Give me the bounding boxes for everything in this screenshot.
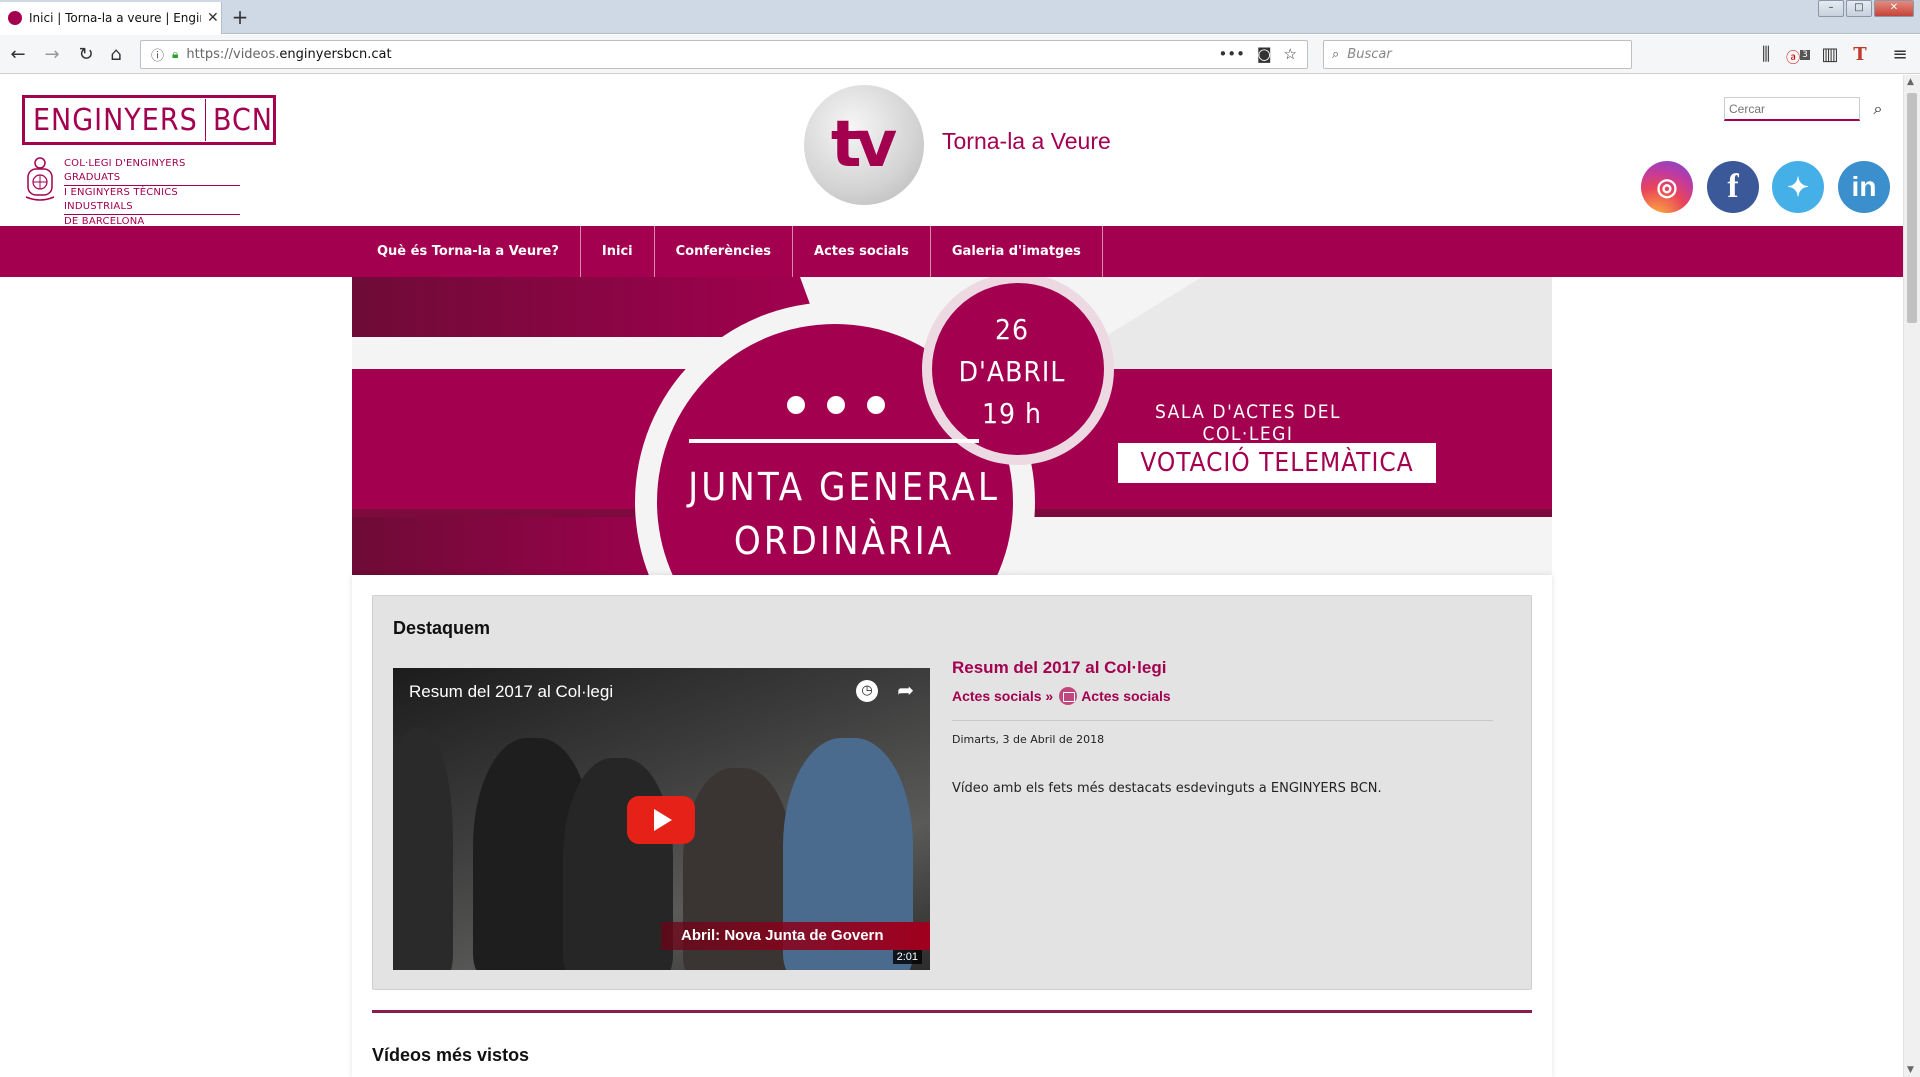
video-figure: [563, 758, 673, 970]
url-bar[interactable]: ⓘ 🔒︎ https://videos. enginyersbcn.cat •••…: [140, 40, 1308, 69]
translate-icon[interactable]: T: [1848, 43, 1872, 67]
watch-later-icon[interactable]: ◷: [856, 680, 878, 702]
tv-logo[interactable]: tv: [804, 85, 924, 205]
menu-item-actes-socials[interactable]: Actes socials: [793, 226, 931, 277]
info-icon[interactable]: ⓘ: [151, 45, 164, 64]
banner-title: JUNTA GENERAL ORDINÀRIA: [644, 460, 1044, 568]
library-icon[interactable]: ⫼: [1754, 43, 1778, 67]
browser-search-placeholder: Buscar: [1347, 47, 1392, 62]
featured-description: Vídeo amb els fets més destacats esdevin…: [952, 781, 1382, 796]
college-line: COL·LEGI D'ENGINYERS GRADUATS: [64, 157, 240, 186]
window-controls: – □ ✕: [1818, 0, 1914, 17]
scroll-up-arrow-icon[interactable]: ▲: [1907, 77, 1914, 87]
college-name: COL·LEGI D'ENGINYERS GRADUATS I ENGINYER…: [64, 157, 240, 229]
url-actions: ••• ◙ ☆: [1218, 45, 1297, 63]
sidebar-icon[interactable]: ▥: [1818, 43, 1842, 67]
lock-icon[interactable]: 🔒︎: [172, 47, 178, 62]
video-player[interactable]: Resum del 2017 al Col·legi ◷ ➦ Abril: No…: [393, 668, 930, 970]
ublock-badge: 3: [1800, 50, 1810, 60]
banner-date-time: 19 h: [981, 397, 1042, 430]
college-line: I ENGINYERS TÈCNICS INDUSTRIALS: [64, 186, 240, 215]
minimize-button[interactable]: –: [1818, 0, 1844, 17]
reload-icon[interactable]: ↻: [74, 43, 98, 67]
scrollbar-thumb[interactable]: [1907, 93, 1917, 323]
college-crest-icon: [25, 157, 55, 201]
banner-date: 26 D'ABRIL 19 h: [912, 309, 1112, 435]
url-domain: enginyersbcn.cat: [279, 47, 392, 62]
featured-section: Destaquem Resum del 2017 al Col·legi ◷ ➦…: [372, 595, 1532, 990]
play-button-icon[interactable]: [627, 796, 695, 844]
menu-item-que-es[interactable]: Què és Torna-la a Veure?: [356, 226, 581, 277]
url-prefix: https://videos.: [186, 47, 280, 62]
forward-arrow-icon[interactable]: →: [40, 43, 64, 67]
main-menu: Què és Torna-la a Veure? Inici Conferènc…: [0, 226, 1903, 277]
featured-divider: [952, 720, 1493, 721]
enginyers-bcn-logo[interactable]: ENGINYERS BCN: [22, 95, 276, 145]
category-link-child[interactable]: Actes socials: [1081, 688, 1171, 704]
search-icon: ⌕: [1332, 47, 1340, 62]
pocket-icon[interactable]: ◙: [1257, 45, 1272, 63]
section-divider: [372, 1010, 1532, 1013]
video-figure: [393, 728, 453, 970]
featured-item-title[interactable]: Resum del 2017 al Col·legi: [952, 658, 1166, 678]
bookmark-star-icon[interactable]: ☆: [1284, 45, 1297, 63]
linkedin-icon[interactable]: in: [1838, 161, 1890, 213]
menu-item-galeria[interactable]: Galeria d'imatges: [931, 226, 1103, 277]
banner-date-day: 26: [994, 313, 1030, 346]
video-duration: 2:01: [892, 950, 922, 964]
page-actions-icon[interactable]: •••: [1218, 45, 1245, 63]
featured-heading: Destaquem: [393, 618, 491, 638]
category-separator: »: [1045, 688, 1054, 704]
close-window-button[interactable]: ✕: [1874, 0, 1914, 17]
back-arrow-icon[interactable]: ←: [6, 43, 30, 67]
scroll-down-arrow-icon[interactable]: ▼: [1907, 1065, 1914, 1075]
browser-tab-strip: Inici | Torna-la a veure | Enginy ✕ + – …: [0, 0, 1920, 34]
home-icon[interactable]: ⌂: [104, 43, 128, 67]
banner-voting-label: VOTACIÓ TELEMÀTICA: [1118, 443, 1436, 483]
banner-title-line2: ORDINÀRIA: [733, 519, 955, 563]
facebook-icon[interactable]: f: [1707, 161, 1759, 213]
featured-categories: Actes socials » Actes socials: [952, 687, 1171, 705]
menu-item-conferencies[interactable]: Conferències: [655, 226, 794, 277]
video-lower-third: Abril: Nova Junta de Govern: [661, 922, 930, 950]
site-title[interactable]: Torna-la a Veure: [942, 128, 1111, 155]
event-banner[interactable]: 26 D'ABRIL 19 h JUNTA GENERAL ORDINÀRIA …: [352, 277, 1552, 575]
ublock-icon[interactable]: ⓐ 3: [1786, 43, 1810, 67]
banner-title-line1: JUNTA GENERAL: [688, 465, 1000, 509]
video-title[interactable]: Resum del 2017 al Col·legi: [409, 682, 613, 702]
featured-date: Dimarts, 3 de Abril de 2018: [952, 733, 1105, 746]
logo-left-text: ENGINYERS: [33, 102, 198, 138]
menu-item-inici[interactable]: Inici: [581, 226, 655, 277]
hamburger-menu-icon[interactable]: ≡: [1888, 43, 1912, 67]
site-favicon-icon: [8, 11, 22, 25]
web-page: ENGINYERS BCN COL·LEGI D'ENGINYERS GRADU…: [0, 75, 1903, 1077]
banner-location: SALA D'ACTES DEL COL·LEGI: [1154, 401, 1342, 445]
site-search-icon[interactable]: ⌕: [1866, 97, 1890, 121]
new-tab-button[interactable]: +: [228, 5, 252, 29]
tv-logo-text: tv: [830, 108, 897, 182]
browser-search-bar[interactable]: ⌕ Buscar: [1323, 40, 1632, 69]
logo-right-text: BCN: [212, 102, 273, 138]
category-icon: [1059, 687, 1078, 705]
browser-tab-active[interactable]: Inici | Torna-la a veure | Enginy ✕: [0, 2, 222, 34]
tab-title: Inici | Torna-la a veure | Enginy: [29, 11, 201, 25]
banner-date-month: D'ABRIL: [958, 355, 1066, 388]
browser-navigation-bar: ← → ↻ ⌂ ⓘ 🔒︎ https://videos. enginyersbcn…: [0, 35, 1920, 74]
page-scrollbar[interactable]: ▲ ▼: [1903, 75, 1920, 1077]
logo-divider: [204, 99, 206, 141]
share-icon[interactable]: ➦: [897, 678, 914, 702]
instagram-icon[interactable]: ◎: [1641, 161, 1693, 213]
maximize-button[interactable]: □: [1846, 0, 1872, 17]
tab-close-icon[interactable]: ✕: [207, 10, 219, 26]
most-viewed-heading: Vídeos més vistos: [372, 1045, 530, 1065]
category-link-parent[interactable]: Actes socials: [952, 688, 1042, 704]
site-search-input[interactable]: [1724, 97, 1860, 121]
twitter-icon[interactable]: ✦: [1772, 161, 1824, 213]
